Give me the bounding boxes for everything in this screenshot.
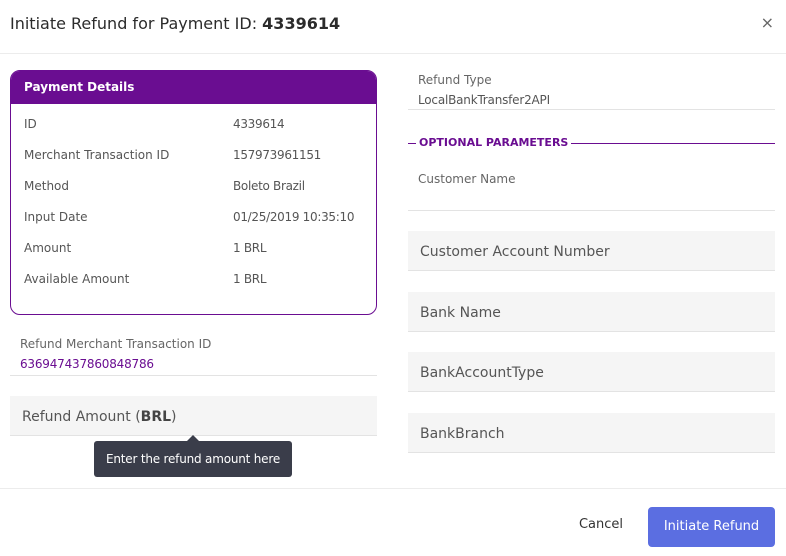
refund-type-field: Refund Type LocalBankTransfer2API: [408, 64, 775, 110]
refund-merchant-tx-value: 636947437860848786: [20, 357, 154, 371]
close-icon[interactable]: ×: [761, 14, 774, 32]
detail-row: ID 4339614: [11, 117, 376, 148]
optional-parameters-section: OPTIONAL PARAMETERS: [408, 134, 775, 154]
refund-amount-placeholder: Refund Amount (BRL): [22, 409, 177, 425]
refund-amount-suffix: ): [171, 409, 177, 425]
refund-amount-tooltip: Enter the refund amount here: [94, 435, 292, 477]
cancel-button[interactable]: Cancel: [566, 509, 636, 541]
bank-account-type-placeholder: BankAccountType: [420, 365, 544, 381]
detail-label: ID: [24, 117, 37, 131]
refund-merchant-tx-field[interactable]: Refund Merchant Transaction ID 636947437…: [10, 328, 377, 376]
detail-value: 157973961151: [233, 148, 322, 162]
customer-account-number-input[interactable]: Customer Account Number: [408, 231, 775, 271]
initiate-refund-button[interactable]: Initiate Refund: [648, 507, 775, 547]
detail-label: Method: [24, 179, 70, 193]
detail-row: Merchant Transaction ID 157973961151: [11, 148, 376, 179]
refund-amount-prefix: Refund Amount (: [22, 409, 141, 425]
customer-account-number-placeholder: Customer Account Number: [420, 244, 610, 260]
payment-details-card: Payment Details ID 4339614 Merchant Trans…: [10, 70, 377, 315]
dialog-header: Initiate Refund for Payment ID: 4339614 …: [0, 0, 786, 54]
bank-name-placeholder: Bank Name: [420, 305, 501, 321]
refund-type-value: LocalBankTransfer2API: [418, 93, 550, 107]
bank-branch-input[interactable]: BankBranch: [408, 413, 775, 453]
refund-type-label: Refund Type: [418, 73, 492, 87]
detail-label: Merchant Transaction ID: [24, 148, 170, 162]
dialog-footer: Cancel Initiate Refund: [0, 488, 786, 556]
customer-name-label: Customer Name: [418, 172, 516, 186]
detail-value: 01/25/2019 10:35:10: [233, 210, 355, 224]
detail-value: 1 BRL: [233, 241, 267, 255]
customer-name-field[interactable]: Customer Name: [408, 163, 775, 211]
payment-details-header: Payment Details: [11, 71, 376, 104]
detail-row: Method Boleto Brazil: [11, 179, 376, 210]
detail-row: Amount 1 BRL: [11, 241, 376, 272]
detail-label: Amount: [24, 241, 72, 255]
dialog-title: Initiate Refund for Payment ID: 4339614: [10, 14, 340, 33]
detail-value: Boleto Brazil: [233, 179, 305, 193]
bank-account-type-input[interactable]: BankAccountType: [408, 352, 775, 392]
refund-merchant-tx-label: Refund Merchant Transaction ID: [20, 337, 212, 351]
bank-name-input[interactable]: Bank Name: [408, 292, 775, 332]
detail-label: Input Date: [24, 210, 88, 224]
detail-label: Available Amount: [24, 272, 130, 286]
detail-value: 4339614: [233, 117, 285, 131]
dialog-title-payment-id: 4339614: [262, 14, 341, 33]
detail-row: Available Amount 1 BRL: [11, 272, 376, 303]
dialog-title-prefix: Initiate Refund for Payment ID:: [10, 14, 263, 33]
detail-value: 1 BRL: [233, 272, 267, 286]
bank-branch-placeholder: BankBranch: [420, 426, 505, 442]
refund-amount-input[interactable]: Refund Amount (BRL): [10, 396, 377, 436]
refund-amount-currency: BRL: [140, 409, 172, 425]
payment-details-rows: ID 4339614 Merchant Transaction ID 1579739…: [11, 104, 376, 303]
optional-parameters-title: OPTIONAL PARAMETERS: [416, 136, 572, 149]
detail-row: Input Date 01/25/2019 10:35:10: [11, 210, 376, 241]
